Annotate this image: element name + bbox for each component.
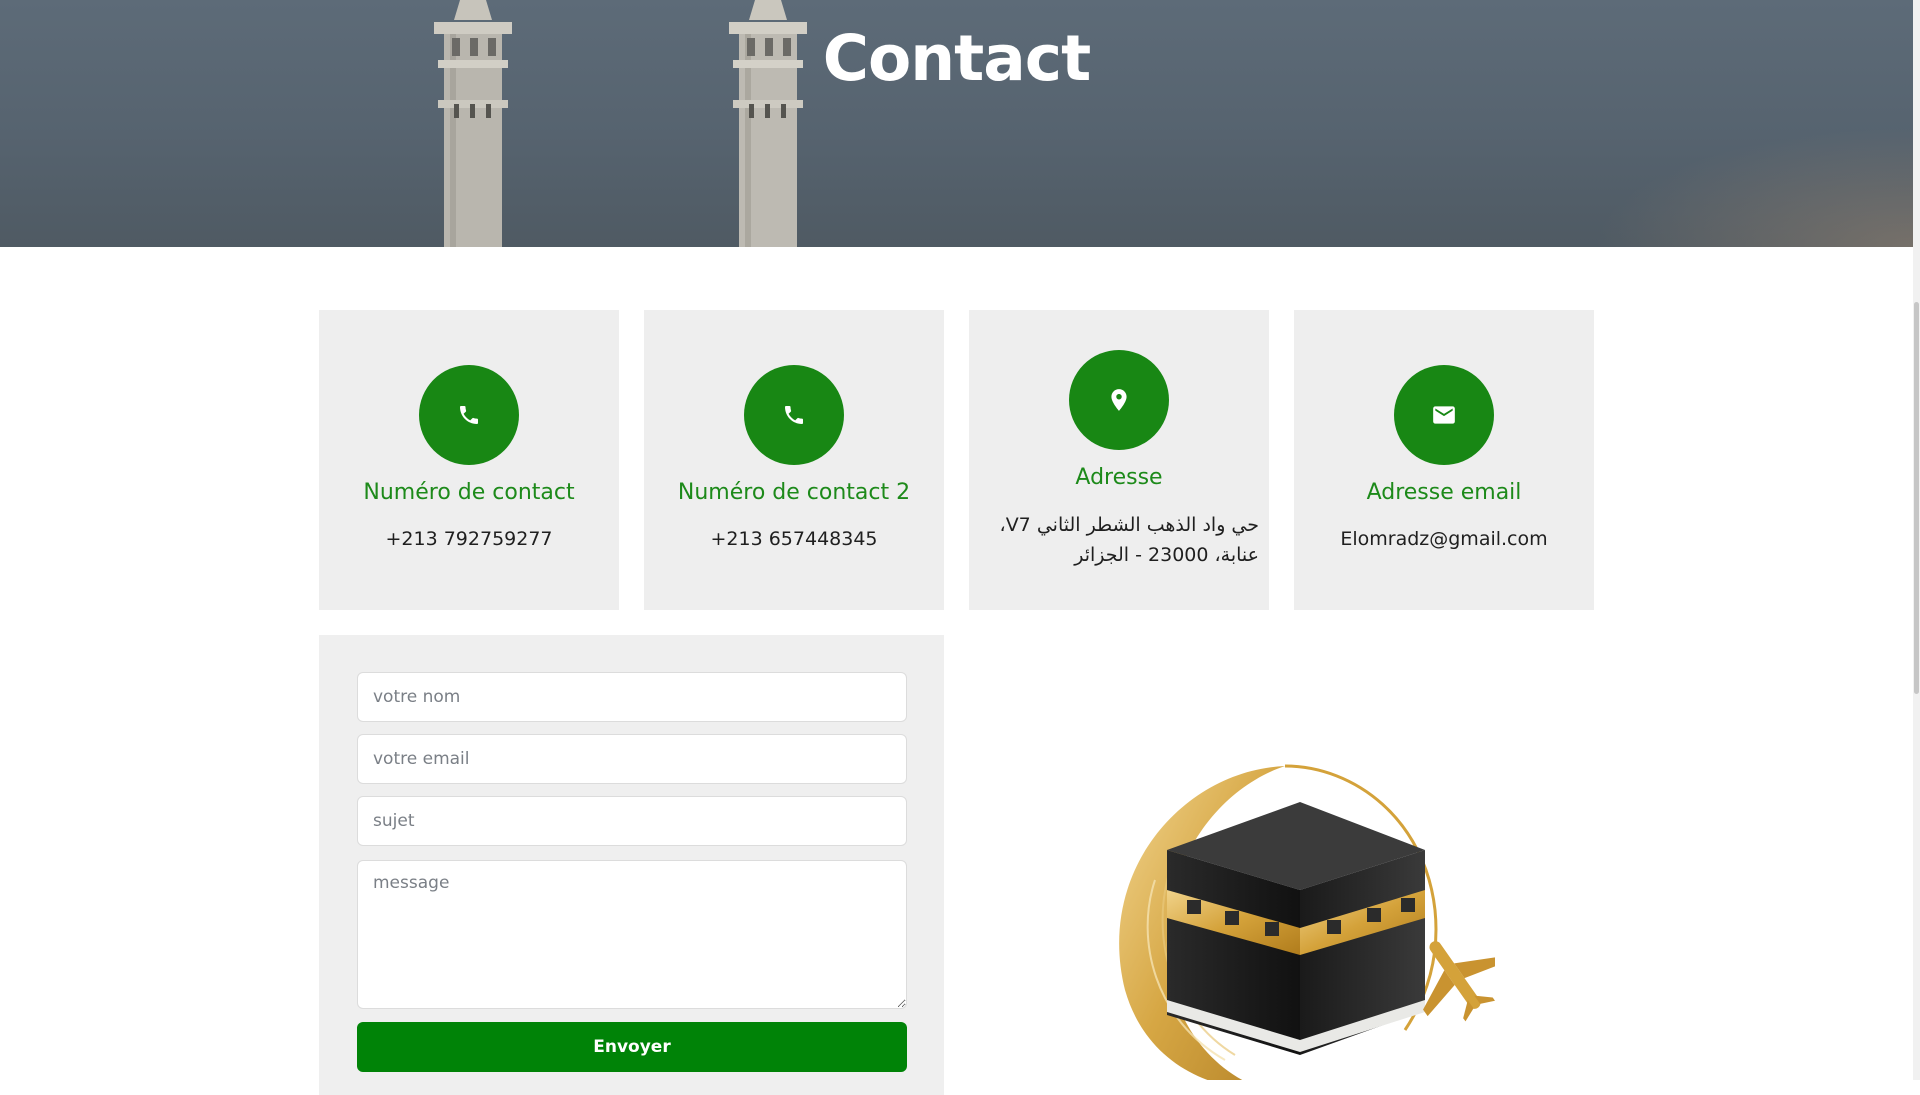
phone-number-2: +213 657448345 (710, 528, 878, 550)
hero-banner: Contact (0, 0, 1913, 247)
phone-icon (460, 406, 478, 424)
contact-card-email: Adresse email Elomradz@gmail.com (1294, 310, 1594, 610)
mail-icon-circle (1394, 365, 1494, 465)
contact-card-phone-2: Numéro de contact 2 +213 657448345 (644, 310, 944, 610)
phone-icon (785, 406, 803, 424)
phone-icon-circle (744, 365, 844, 465)
message-textarea[interactable] (357, 860, 907, 1009)
location-icon-circle (1069, 350, 1169, 450)
location-pin-icon (1111, 389, 1127, 411)
address-line-2: عنابة، 23000 - الجزائر (1074, 544, 1259, 566)
send-button[interactable]: Envoyer (357, 1022, 907, 1072)
contact-info-cards: Numéro de contact +213 792759277 Numéro … (319, 310, 1594, 610)
card-title: Adresse email (1366, 480, 1522, 505)
page-title: Contact (822, 22, 1091, 95)
address-line-1: حي واد الذهب الشطر الثاني V7، (999, 514, 1259, 536)
address-text: حي واد الذهب الشطر الثاني V7، عنابة، 230… (989, 510, 1259, 570)
subject-input[interactable] (357, 796, 907, 846)
phone-icon-circle (419, 365, 519, 465)
phone-number: +213 792759277 (385, 528, 553, 550)
email-input[interactable] (357, 734, 907, 784)
scrollbar-thumb[interactable] (1914, 302, 1919, 694)
card-title: Numéro de contact (363, 480, 575, 505)
contact-form: Envoyer (319, 635, 944, 1095)
kaaba-logo (1119, 764, 1495, 1080)
name-input[interactable] (357, 672, 907, 722)
card-title: Adresse (1075, 465, 1163, 490)
card-title: Numéro de contact 2 (677, 480, 911, 505)
contact-card-phone: Numéro de contact +213 792759277 (319, 310, 619, 610)
email-address: Elomradz@gmail.com (1340, 528, 1548, 550)
hero-sky-glow (1593, 127, 1913, 247)
contact-card-address: Adresse حي واد الذهب الشطر الثاني V7، عن… (969, 310, 1269, 610)
mail-icon (1433, 406, 1455, 424)
